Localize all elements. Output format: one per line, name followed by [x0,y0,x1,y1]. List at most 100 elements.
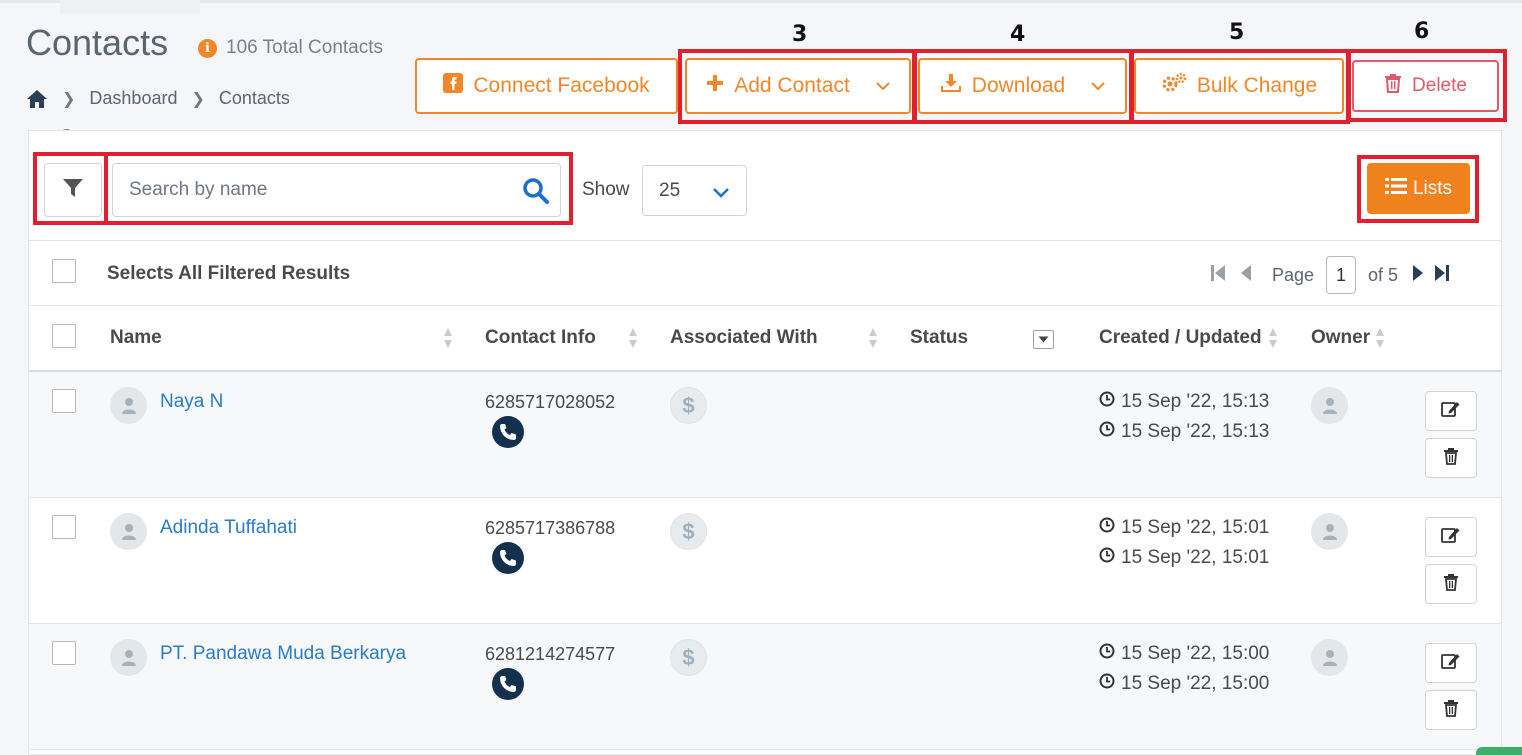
dollar-icon[interactable]: $ [670,639,707,676]
column-header-created-updated[interactable]: Created / Updated [1099,327,1262,349]
column-header-name[interactable]: Name [110,327,162,349]
clock-icon [1099,547,1115,569]
download-label: Download [971,74,1066,97]
delete-button[interactable]: Delete [1352,60,1499,112]
clock-icon [1099,421,1115,443]
updated-date-value: 15 Sep '22, 15:13 [1121,421,1270,442]
annotation-marker-3: 3 [792,22,808,47]
trash-icon [1443,699,1459,722]
column-header-status[interactable]: Status [910,327,968,349]
edit-button[interactable] [1425,643,1477,683]
filter-icon [62,177,84,204]
search-box[interactable] [112,163,561,217]
chevron-right-icon: ❯ [191,90,205,108]
phone-icon[interactable] [492,668,524,700]
filter-button[interactable] [44,163,102,217]
sort-icon[interactable] [868,327,878,354]
contact-phone: 6281214274577 [485,644,616,664]
download-button[interactable]: Download [918,58,1127,114]
created-date: 15 Sep '22, 15:01 [1099,517,1269,539]
gears-icon [1161,72,1187,100]
created-date-value: 15 Sep '22, 15:01 [1121,517,1270,538]
status-filter-dropdown[interactable] [1033,330,1054,349]
bulk-change-button[interactable]: Bulk Change [1134,58,1344,114]
contact-name-link[interactable]: PT. Pandawa Muda Berkarya [160,643,406,665]
annotation-marker-4: 4 [1010,22,1026,47]
dollar-icon[interactable]: $ [670,387,707,424]
search-icon[interactable] [522,177,550,210]
updated-date: 15 Sep '22, 15:00 [1099,673,1269,695]
owner-avatar[interactable] [1311,513,1348,550]
clock-icon [1099,673,1115,695]
created-date-value: 15 Sep '22, 15:00 [1121,643,1270,664]
created-date: 15 Sep '22, 15:13 [1099,391,1269,413]
edit-button[interactable] [1425,517,1477,557]
sort-icon[interactable] [443,327,453,354]
first-page-icon[interactable] [1210,264,1226,287]
clock-icon [1099,643,1115,665]
page-size-select[interactable]: 25 [642,165,747,216]
contact-name-link[interactable]: Adinda Tuffahati [160,517,297,539]
phone-icon[interactable] [492,542,524,574]
row-delete-button[interactable] [1425,438,1477,478]
page-number-input[interactable]: 1 [1326,256,1357,294]
lists-button[interactable]: Lists [1367,163,1470,214]
column-header-owner[interactable]: Owner [1311,327,1370,349]
chevron-right-icon: ❯ [62,90,76,108]
avatar [110,387,147,424]
add-contact-label: Add Contact [734,74,850,97]
select-all-checkbox[interactable] [52,259,76,283]
home-icon[interactable] [26,89,48,109]
sort-icon[interactable] [1375,327,1385,354]
connect-facebook-button[interactable]: Connect Facebook [415,58,678,114]
chevron-down-icon [712,182,730,204]
select-all-label: Selects All Filtered Results [107,263,351,284]
bulk-change-label: Bulk Change [1196,74,1318,97]
facebook-icon [443,73,464,99]
created-date: 15 Sep '22, 15:00 [1099,643,1269,665]
contact-name-link[interactable]: Naya N [160,391,223,413]
table-row [29,372,1501,497]
contact-phone: 6285717028052 [485,392,616,412]
search-input[interactable] [113,179,503,201]
contact-phone: 6285717386788 [485,518,616,538]
next-page-icon[interactable] [1412,264,1424,287]
sort-icon[interactable] [1268,327,1278,354]
download-icon [940,73,962,99]
row-checkbox[interactable] [52,515,76,539]
column-header-contact-info[interactable]: Contact Info [485,327,596,349]
avatar [110,513,147,550]
sort-icon[interactable] [628,327,638,354]
breadcrumb-dashboard[interactable]: Dashboard [89,88,177,109]
divider [29,240,1501,241]
last-page-icon[interactable] [1434,264,1450,287]
lists-label: Lists [1412,177,1453,199]
phone-icon[interactable] [492,416,524,448]
prev-page-icon[interactable] [1240,264,1252,287]
row-delete-button[interactable] [1425,690,1477,730]
edit-icon [1441,400,1461,423]
dollar-icon[interactable]: $ [670,513,707,550]
breadcrumb-contacts: Contacts [218,88,290,108]
owner-avatar[interactable] [1311,387,1348,424]
edit-button[interactable] [1425,391,1477,431]
info-icon: i [198,38,217,58]
trash-icon [1384,73,1402,99]
header-checkbox[interactable] [52,324,76,348]
column-header-associated-with[interactable]: Associated With [670,327,818,349]
clock-icon [1099,517,1115,539]
owner-avatar[interactable] [1311,639,1348,676]
add-contact-button[interactable]: Add Contact [685,58,911,114]
total-contacts: i 106 Total Contacts [198,37,383,59]
avatar [110,639,147,676]
updated-date-value: 15 Sep '22, 15:00 [1121,673,1270,694]
page-total-label: of 5 [1368,264,1399,285]
row-delete-button[interactable] [1425,564,1477,604]
row-checkbox[interactable] [52,641,76,665]
chat-widget-tab[interactable] [1476,747,1522,755]
updated-date-value: 15 Sep '22, 15:01 [1121,547,1270,568]
row-checkbox[interactable] [52,389,76,413]
updated-date: 15 Sep '22, 15:01 [1099,547,1269,569]
page-title: Contacts [26,22,169,63]
top-bar [0,0,1522,14]
